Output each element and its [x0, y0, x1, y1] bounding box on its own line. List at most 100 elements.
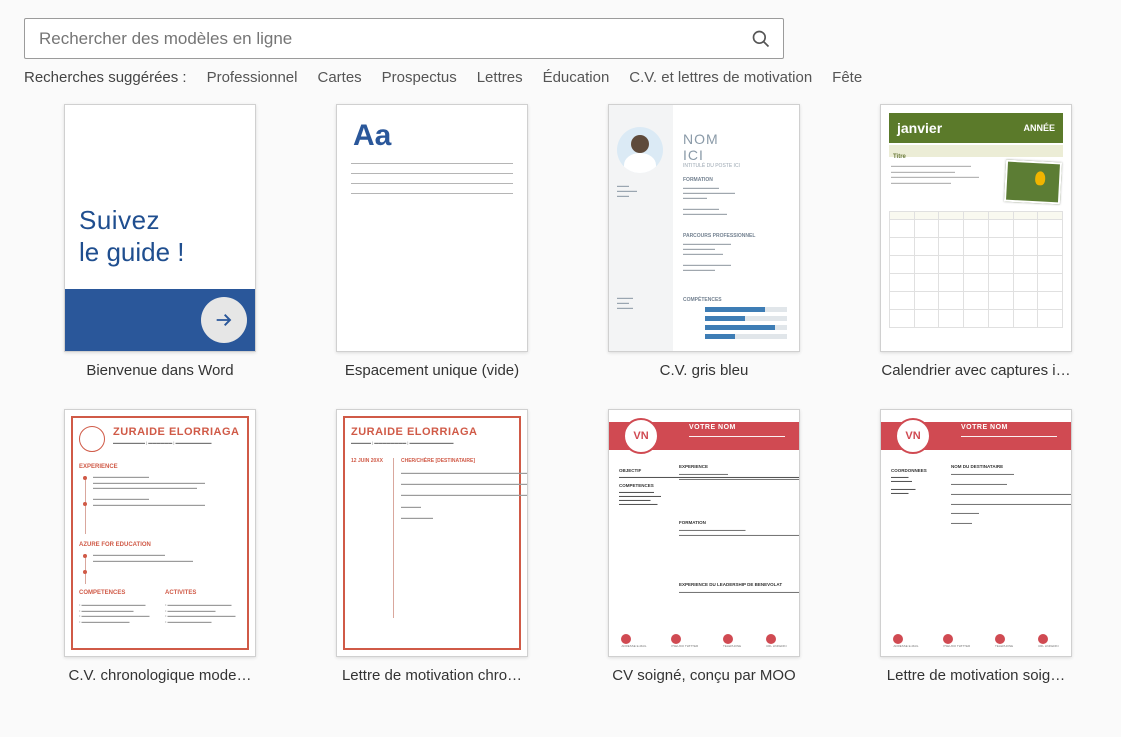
initials-badge: VN	[895, 418, 931, 454]
name: VOTRE NOM	[689, 424, 736, 431]
skill-bar	[705, 316, 745, 321]
rule-line	[351, 183, 513, 184]
section-body: ▬▬▬▬▬▬▬▬▬▬▬▬▬▬▬▬▬▬▬▬▬▬▬▬▬▬▬▬▬▬▬▬▬▬▬▬▬▬▬▬…	[683, 185, 791, 216]
section-header: FORMATION	[679, 520, 789, 526]
divider	[393, 458, 394, 618]
right-section: EXPERIENCE DU LEADERSHIP DE BENEVOLAT ▬▬…	[679, 582, 789, 595]
template-thumb: VN VOTRE NOM ▬▬▬▬▬▬▬▬▬▬▬▬▬▬▬▬▬▬▬▬▬▬▬▬▬▬▬…	[880, 409, 1072, 657]
skill-bar	[705, 325, 775, 330]
linkedin-icon	[1038, 634, 1048, 644]
calendar-year: ANNÉE	[1023, 123, 1055, 133]
right-section: FORMATION ▬▬▬▬▬▬▬▬▬▬▬▬▬▬▬▬▬▬▬▬▬▬▬▬▬▬▬▬▬▬…	[679, 520, 789, 538]
section-header: EXPERIENCE DU LEADERSHIP DE BENEVOLAT	[679, 582, 789, 588]
template-thumb: Aa	[336, 104, 528, 352]
template-thumb: ZURAIDE ELORRIAGA ▬▬▬▬▬▬▬▬ | ▬▬▬▬▬▬ | ▬▬…	[64, 409, 256, 657]
suggestion-cartes[interactable]: Cartes	[317, 69, 361, 86]
template-thumb: Suivez le guide !	[64, 104, 256, 352]
email-icon	[893, 634, 903, 644]
suggested-searches: Recherches suggérées : Professionnel Car…	[0, 65, 1121, 86]
cv-name: ZURAIDE ELORRIAGA	[113, 426, 239, 438]
section-body: ▬▬▬▬▬▬▬▬▬▬▬▬▬▬▬▬▬▬▬▬▬▬▬▬▬▬▬▬▬▬▬▬▬▬▬▬▬▬▬▬…	[93, 474, 243, 508]
template-thumb: VN VOTRE NOM ▬▬▬▬▬▬▬▬▬▬▬▬▬▬▬▬▬▬▬▬▬▬▬▬▬▬▬…	[608, 409, 800, 657]
arrow-circle	[201, 297, 247, 343]
cv-name2: ICI	[683, 147, 704, 163]
icon-row: ADRESSE E-MAIL PSEUDO TWITTER TELEPHONE …	[881, 634, 1071, 648]
phone-icon	[723, 634, 733, 644]
name: VOTRE NOM	[961, 424, 1008, 431]
template-cv-moo[interactable]: VN VOTRE NOM ▬▬▬▬▬▬▬▬▬▬▬▬▬▬▬▬▬▬▬▬▬▬▬▬▬▬▬…	[604, 409, 804, 684]
template-caption: Calendrier avec captures i…	[876, 362, 1076, 379]
template-grid: Suivez le guide ! Bienvenue dans Word Aa…	[0, 86, 1121, 684]
template-caption: CV soigné, conçu par MOO	[604, 667, 804, 684]
right-section: NOM DU DESTINATAIRE ▬▬▬▬▬▬▬▬▬▬▬▬▬▬▬▬▬▬▬▬…	[951, 464, 1061, 526]
section-header: COMPÉTENCES	[683, 297, 791, 303]
rule-line	[351, 173, 513, 174]
subtitle: ▬▬▬▬▬▬▬▬▬▬▬▬▬▬▬▬▬▬▬▬▬▬▬▬▬▬▬▬▬▬▬▬	[689, 434, 785, 438]
timeline-dot	[83, 502, 87, 506]
section-body: ▬▬▬▬▬▬▬▬▬▬▬▬▬▬▬▬▬▬▬▬▬▬▬▬▬▬▬▬▬▬▬▬▬▬▬▬▬▬▬▬…	[683, 241, 791, 272]
calendar-description: ▬▬▬▬▬▬▬▬▬▬▬▬▬▬▬▬▬▬▬▬ ▬▬▬▬▬▬▬▬▬▬▬▬▬▬▬▬ ▬▬…	[891, 163, 1001, 185]
template-cv-chronologique[interactable]: ZURAIDE ELORRIAGA ▬▬▬▬▬▬▬▬ | ▬▬▬▬▬▬ | ▬▬…	[60, 409, 260, 684]
timeline-dot	[83, 570, 87, 574]
template-caption: C.V. gris bleu	[604, 362, 804, 379]
aa-text: Aa	[353, 119, 391, 153]
section-header: FORMATION	[683, 177, 791, 183]
section-header: ACTIVITES	[165, 590, 196, 596]
suggestion-fete[interactable]: Fête	[832, 69, 862, 86]
section-header: OBJECTIF	[619, 468, 669, 473]
suggestions-label: Recherches suggérées :	[24, 69, 187, 86]
template-thumb: ▬▬▬▬▬▬▬▬▬▬▬ ▬▬▬▬▬▬▬▬▬▬▬ NOM ICI INTITULÉ…	[608, 104, 800, 352]
timeline-dot	[83, 554, 87, 558]
template-cv-gris-bleu[interactable]: ▬▬▬▬▬▬▬▬▬▬▬ ▬▬▬▬▬▬▬▬▬▬▬ NOM ICI INTITULÉ…	[604, 104, 804, 379]
section-body: • ▬▬▬▬▬▬▬▬▬▬▬▬▬▬▬▬• ▬▬▬▬▬▬▬▬▬▬▬▬• ▬▬▬▬▬▬…	[165, 602, 243, 624]
template-caption: Lettre de motivation chro…	[332, 667, 532, 684]
subtitle: ▬▬▬▬▬▬▬▬▬▬▬▬▬▬▬▬▬▬▬▬▬▬▬▬▬▬▬▬▬▬▬▬	[961, 434, 1057, 438]
template-bienvenue[interactable]: Suivez le guide ! Bienvenue dans Word	[60, 104, 260, 379]
timeline-dot	[83, 476, 87, 480]
template-thumb: janvier ANNÉE Titre ▬▬▬▬▬▬▬▬▬▬▬▬▬▬▬▬▬▬▬▬…	[880, 104, 1072, 352]
timeline	[85, 554, 86, 584]
sidebar-text: ▬▬▬▬▬▬▬▬▬▬▬	[617, 295, 665, 310]
suggestion-prospectus[interactable]: Prospectus	[382, 69, 457, 86]
suggestion-cv[interactable]: C.V. et lettres de motivation	[629, 69, 812, 86]
avatar-icon	[617, 127, 663, 173]
left-column: COORDONNEES ▬▬▬▬▬▬▬▬▬▬▬▬▬▬▬▬▬▬▬▬▬▬▬	[891, 464, 941, 495]
suggestion-education[interactable]: Éducation	[543, 69, 610, 86]
letter-body: ▬▬▬▬▬▬▬▬▬▬▬▬▬▬▬▬▬▬▬▬▬▬▬▬▬▬▬▬▬▬▬▬▬▬▬▬▬▬▬▬…	[401, 470, 515, 520]
section-header: AZURE FOR EDUCATION	[79, 542, 151, 548]
icon-row: ADRESSE E-MAIL PSEUDO TWITTER TELEPHONE …	[609, 634, 799, 648]
section-header: COMPETENCES	[79, 590, 125, 596]
template-lettre-chrono[interactable]: ZURAIDE ELORRIAGA ▬▬▬▬▬ | ▬▬▬▬▬▬▬▬ | ▬▬▬…	[332, 409, 532, 684]
section-header: COORDONNEES	[891, 468, 941, 473]
left-column: OBJECTIF ▬▬▬▬▬▬▬▬▬▬▬▬▬▬▬▬▬▬▬▬▬▬▬▬▬▬▬▬▬▬▬…	[619, 464, 669, 506]
calendar-header: janvier ANNÉE	[889, 113, 1063, 143]
initials-badge: VN	[623, 418, 659, 454]
section-header: EXPERIENCE	[679, 464, 789, 470]
template-espacement-unique[interactable]: Aa Espacement unique (vide)	[332, 104, 532, 379]
search-input[interactable]	[37, 28, 751, 50]
letter-date: 12 JUIN 20XX	[351, 458, 383, 464]
suggestion-professionnel[interactable]: Professionnel	[207, 69, 298, 86]
sidebar-text: ▬▬▬▬▬▬▬▬▬▬▬	[617, 183, 665, 198]
calendar-grid	[889, 211, 1063, 328]
template-calendrier[interactable]: janvier ANNÉE Titre ▬▬▬▬▬▬▬▬▬▬▬▬▬▬▬▬▬▬▬▬…	[876, 104, 1076, 379]
search-box[interactable]	[24, 18, 784, 59]
section-header: EXPERIENCE	[79, 464, 118, 470]
suggestion-lettres[interactable]: Lettres	[477, 69, 523, 86]
template-caption: Espacement unique (vide)	[332, 362, 532, 379]
skill-bar	[705, 307, 765, 312]
phone-icon	[995, 634, 1005, 644]
section-body: ▬▬▬▬▬▬▬▬▬▬▬▬▬▬▬▬▬▬▬▬▬▬▬▬▬▬▬▬▬▬▬▬▬▬▬▬▬▬▬▬…	[93, 552, 243, 563]
calendar-subheader: Titre	[889, 145, 1063, 157]
rule-line	[351, 193, 513, 194]
template-lettre-moo[interactable]: VN VOTRE NOM ▬▬▬▬▬▬▬▬▬▬▬▬▬▬▬▬▬▬▬▬▬▬▬▬▬▬▬…	[876, 409, 1076, 684]
section-header: COMPETENCES	[619, 483, 669, 488]
email-icon	[621, 634, 631, 644]
section-header: NOM DU DESTINATAIRE	[951, 464, 1061, 470]
cv-subtitle: INTITULÉ DU POSTE ICI	[683, 163, 740, 169]
template-thumb: ZURAIDE ELORRIAGA ▬▬▬▬▬ | ▬▬▬▬▬▬▬▬ | ▬▬▬…	[336, 409, 528, 657]
search-row	[0, 0, 1121, 65]
search-icon[interactable]	[751, 29, 771, 49]
calendar-photo	[1004, 160, 1062, 205]
cv-name: ZURAIDE ELORRIAGA	[351, 426, 477, 438]
